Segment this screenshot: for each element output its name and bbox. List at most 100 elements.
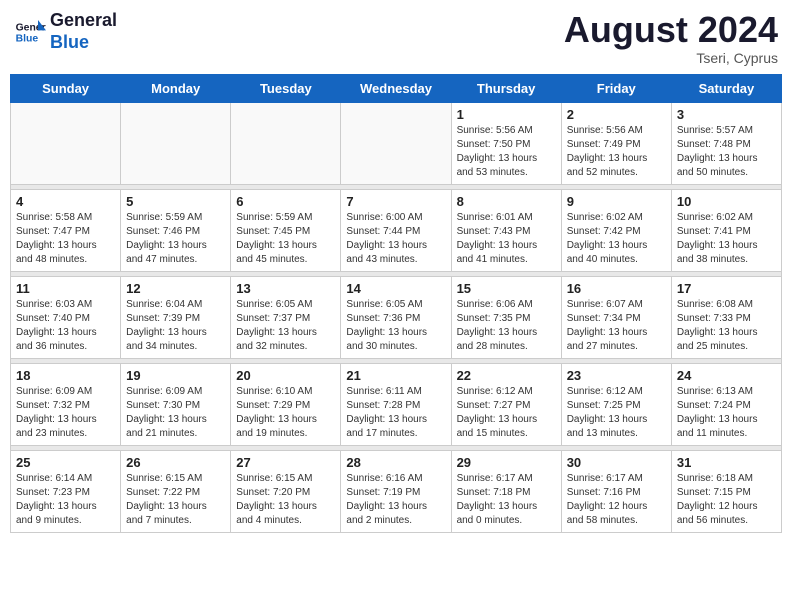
day-number: 25: [16, 455, 115, 470]
day-number: 15: [457, 281, 556, 296]
calendar-cell: 2 Sunrise: 5:56 AM Sunset: 7:49 PM Daylig…: [561, 102, 671, 184]
calendar-cell: 26Sunrise: 6:15 AM Sunset: 7:22 PM Dayli…: [121, 450, 231, 532]
day-number: 24: [677, 368, 776, 383]
day-number: 7: [346, 194, 445, 209]
day-number: 12: [126, 281, 225, 296]
day-info: Sunrise: 6:04 AM Sunset: 7:39 PM Dayligh…: [126, 298, 225, 354]
day-info: Sunrise: 5:59 AM Sunset: 7:46 PM Dayligh…: [126, 211, 225, 267]
day-number: 23: [567, 368, 666, 383]
day-number: 4: [16, 194, 115, 209]
day-number: 2: [567, 107, 666, 122]
day-info: Sunrise: 6:18 AM Sunset: 7:15 PM Dayligh…: [677, 472, 776, 528]
calendar-cell: 9 Sunrise: 6:02 AM Sunset: 7:42 PM Daylig…: [561, 189, 671, 271]
calendar-cell: 18 Sunrise: 6:09 AM Sunset: 7:32 PM Dayli…: [11, 363, 121, 445]
weekday-header-monday: Monday: [121, 74, 231, 102]
calendar-table: SundayMondayTuesdayWednesdayThursdayFrid…: [10, 74, 782, 533]
day-info: Sunrise: 6:03 AM Sunset: 7:40 PM Dayligh…: [16, 298, 115, 354]
day-info: Sunrise: 6:13 AM Sunset: 7:24 PM Dayligh…: [677, 385, 776, 441]
day-info: Sunrise: 6:05 AM Sunset: 7:37 PM Dayligh…: [236, 298, 335, 354]
day-info: Sunrise: 5:57 AM Sunset: 7:48 PM Dayligh…: [677, 124, 776, 180]
calendar-cell: 6Sunrise: 5:59 AM Sunset: 7:45 PM Daylig…: [231, 189, 341, 271]
calendar-cell: 14Sunrise: 6:05 AM Sunset: 7:36 PM Dayli…: [341, 276, 451, 358]
day-info: Sunrise: 6:09 AM Sunset: 7:32 PM Dayligh…: [16, 385, 115, 441]
logo: General Blue General Blue: [14, 10, 117, 53]
calendar-cell: 28 Sunrise: 6:16 AM Sunset: 7:19 PM Dayli…: [341, 450, 451, 532]
calendar-cell: 13Sunrise: 6:05 AM Sunset: 7:37 PM Dayli…: [231, 276, 341, 358]
calendar-cell: 31 Sunrise: 6:18 AM Sunset: 7:15 PM Dayli…: [671, 450, 781, 532]
day-number: 28: [346, 455, 445, 470]
day-number: 20: [236, 368, 335, 383]
calendar-week-4: 18 Sunrise: 6:09 AM Sunset: 7:32 PM Dayli…: [11, 363, 782, 445]
calendar-cell: 27Sunrise: 6:15 AM Sunset: 7:20 PM Dayli…: [231, 450, 341, 532]
calendar-cell: [231, 102, 341, 184]
calendar-cell: 17 Sunrise: 6:08 AM Sunset: 7:33 PM Dayli…: [671, 276, 781, 358]
day-info: Sunrise: 6:12 AM Sunset: 7:25 PM Dayligh…: [567, 385, 666, 441]
calendar-week-1: 1 Sunrise: 5:56 AM Sunset: 7:50 PM Daylig…: [11, 102, 782, 184]
day-number: 29: [457, 455, 556, 470]
day-info: Sunrise: 6:17 AM Sunset: 7:18 PM Dayligh…: [457, 472, 556, 528]
logo-text: General Blue: [50, 10, 117, 53]
calendar-cell: 19 Sunrise: 6:09 AM Sunset: 7:30 PM Dayli…: [121, 363, 231, 445]
day-number: 19: [126, 368, 225, 383]
calendar-cell: 12 Sunrise: 6:04 AM Sunset: 7:39 PM Dayli…: [121, 276, 231, 358]
weekday-header-wednesday: Wednesday: [341, 74, 451, 102]
day-info: Sunrise: 6:15 AM Sunset: 7:22 PM Dayligh…: [126, 472, 225, 528]
day-number: 21: [346, 368, 445, 383]
day-info: Sunrise: 5:56 AM Sunset: 7:49 PM Dayligh…: [567, 124, 666, 180]
calendar-cell: 5 Sunrise: 5:59 AM Sunset: 7:46 PM Daylig…: [121, 189, 231, 271]
day-number: 11: [16, 281, 115, 296]
day-number: 17: [677, 281, 776, 296]
day-info: Sunrise: 6:00 AM Sunset: 7:44 PM Dayligh…: [346, 211, 445, 267]
calendar-cell: 25Sunrise: 6:14 AM Sunset: 7:23 PM Dayli…: [11, 450, 121, 532]
calendar-cell: 3Sunrise: 5:57 AM Sunset: 7:48 PM Daylig…: [671, 102, 781, 184]
day-info: Sunrise: 5:58 AM Sunset: 7:47 PM Dayligh…: [16, 211, 115, 267]
day-number: 1: [457, 107, 556, 122]
day-number: 16: [567, 281, 666, 296]
weekday-header-saturday: Saturday: [671, 74, 781, 102]
weekday-header-tuesday: Tuesday: [231, 74, 341, 102]
calendar-cell: 20 Sunrise: 6:10 AM Sunset: 7:29 PM Dayli…: [231, 363, 341, 445]
calendar-cell: 22 Sunrise: 6:12 AM Sunset: 7:27 PM Dayli…: [451, 363, 561, 445]
day-number: 8: [457, 194, 556, 209]
calendar-cell: 7 Sunrise: 6:00 AM Sunset: 7:44 PM Daylig…: [341, 189, 451, 271]
calendar-cell: 30 Sunrise: 6:17 AM Sunset: 7:16 PM Dayli…: [561, 450, 671, 532]
calendar-cell: 15 Sunrise: 6:06 AM Sunset: 7:35 PM Dayli…: [451, 276, 561, 358]
calendar-week-3: 11 Sunrise: 6:03 AM Sunset: 7:40 PM Dayli…: [11, 276, 782, 358]
page-header: General Blue General Blue August 2024 Ts…: [10, 10, 782, 66]
day-info: Sunrise: 6:09 AM Sunset: 7:30 PM Dayligh…: [126, 385, 225, 441]
day-info: Sunrise: 6:01 AM Sunset: 7:43 PM Dayligh…: [457, 211, 556, 267]
day-info: Sunrise: 6:17 AM Sunset: 7:16 PM Dayligh…: [567, 472, 666, 528]
day-number: 30: [567, 455, 666, 470]
day-info: Sunrise: 6:06 AM Sunset: 7:35 PM Dayligh…: [457, 298, 556, 354]
calendar-cell: 16 Sunrise: 6:07 AM Sunset: 7:34 PM Dayli…: [561, 276, 671, 358]
day-info: Sunrise: 6:07 AM Sunset: 7:34 PM Dayligh…: [567, 298, 666, 354]
calendar-cell: 11 Sunrise: 6:03 AM Sunset: 7:40 PM Dayli…: [11, 276, 121, 358]
weekday-header-sunday: Sunday: [11, 74, 121, 102]
month-info: August 2024 Tseri, Cyprus: [564, 10, 778, 66]
location: Tseri, Cyprus: [564, 50, 778, 66]
day-number: 10: [677, 194, 776, 209]
day-info: Sunrise: 6:12 AM Sunset: 7:27 PM Dayligh…: [457, 385, 556, 441]
calendar-week-5: 25Sunrise: 6:14 AM Sunset: 7:23 PM Dayli…: [11, 450, 782, 532]
day-info: Sunrise: 6:16 AM Sunset: 7:19 PM Dayligh…: [346, 472, 445, 528]
calendar-week-2: 4 Sunrise: 5:58 AM Sunset: 7:47 PM Daylig…: [11, 189, 782, 271]
day-info: Sunrise: 5:59 AM Sunset: 7:45 PM Dayligh…: [236, 211, 335, 267]
day-number: 5: [126, 194, 225, 209]
day-number: 31: [677, 455, 776, 470]
day-number: 27: [236, 455, 335, 470]
calendar-cell: 1 Sunrise: 5:56 AM Sunset: 7:50 PM Daylig…: [451, 102, 561, 184]
calendar-cell: 8 Sunrise: 6:01 AM Sunset: 7:43 PM Daylig…: [451, 189, 561, 271]
day-number: 9: [567, 194, 666, 209]
calendar-cell: 24 Sunrise: 6:13 AM Sunset: 7:24 PM Dayli…: [671, 363, 781, 445]
calendar-header-row: SundayMondayTuesdayWednesdayThursdayFrid…: [11, 74, 782, 102]
day-info: Sunrise: 6:02 AM Sunset: 7:42 PM Dayligh…: [567, 211, 666, 267]
logo-line1: General: [50, 10, 117, 32]
day-info: Sunrise: 6:10 AM Sunset: 7:29 PM Dayligh…: [236, 385, 335, 441]
day-info: Sunrise: 5:56 AM Sunset: 7:50 PM Dayligh…: [457, 124, 556, 180]
logo-line2: Blue: [50, 32, 117, 54]
day-number: 22: [457, 368, 556, 383]
calendar-cell: 4 Sunrise: 5:58 AM Sunset: 7:47 PM Daylig…: [11, 189, 121, 271]
day-number: 18: [16, 368, 115, 383]
day-info: Sunrise: 6:11 AM Sunset: 7:28 PM Dayligh…: [346, 385, 445, 441]
day-info: Sunrise: 6:08 AM Sunset: 7:33 PM Dayligh…: [677, 298, 776, 354]
